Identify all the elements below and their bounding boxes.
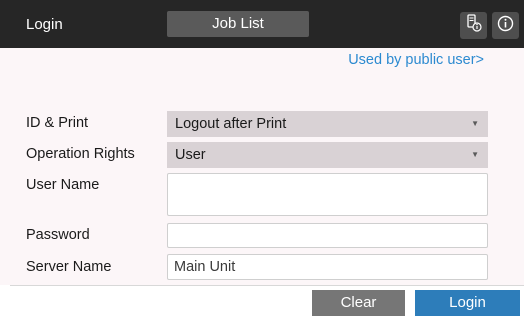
chevron-down-icon: ▼ bbox=[471, 150, 479, 159]
operation-rights-select[interactable]: User ▼ bbox=[167, 142, 488, 168]
operation-rights-label: Operation Rights bbox=[26, 146, 135, 162]
server-name-label: Server Name bbox=[26, 259, 112, 275]
top-bar: Login Job List bbox=[0, 0, 524, 48]
user-name-label: User Name bbox=[26, 177, 100, 193]
public-user-link[interactable]: Used by public user> bbox=[348, 52, 484, 68]
device-status-button[interactable] bbox=[460, 12, 487, 39]
id-print-select[interactable]: Logout after Print ▼ bbox=[167, 111, 488, 137]
device-status-icon bbox=[466, 14, 482, 37]
clear-button[interactable]: Clear bbox=[312, 290, 405, 316]
info-button[interactable] bbox=[492, 12, 519, 39]
user-name-field[interactable] bbox=[167, 173, 488, 216]
chevron-down-icon: ▼ bbox=[471, 119, 479, 128]
server-name-field[interactable]: Main Unit bbox=[167, 254, 488, 280]
operation-rights-value: User bbox=[175, 147, 206, 163]
password-label: Password bbox=[26, 227, 90, 243]
id-print-label: ID & Print bbox=[26, 115, 89, 131]
password-field[interactable] bbox=[167, 223, 488, 248]
divider bbox=[10, 285, 524, 286]
job-list-tab[interactable]: Job List bbox=[167, 11, 309, 37]
login-button[interactable]: Login bbox=[415, 290, 520, 316]
info-icon bbox=[497, 15, 514, 37]
page-title: Login bbox=[26, 16, 63, 33]
id-print-value: Logout after Print bbox=[175, 116, 287, 132]
